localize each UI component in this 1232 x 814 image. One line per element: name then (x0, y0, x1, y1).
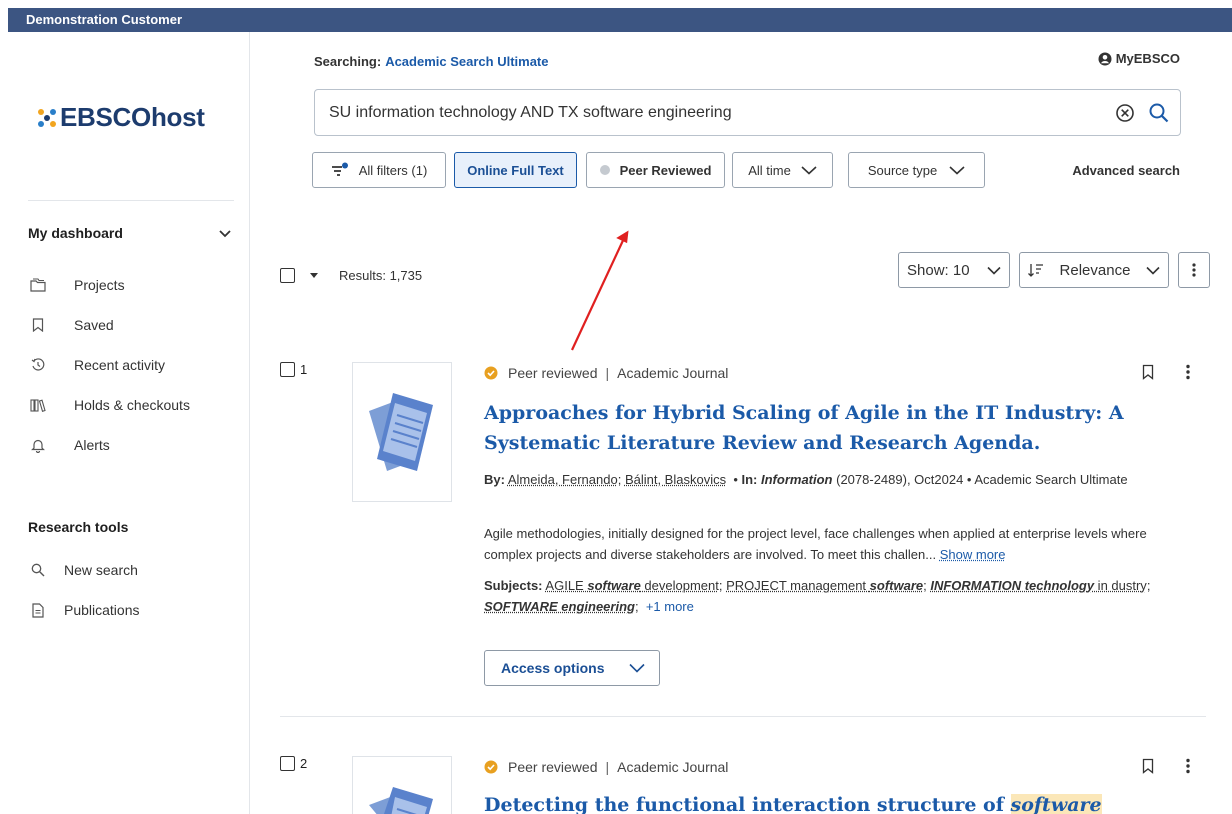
books-icon (30, 397, 46, 413)
folder-icon (30, 277, 46, 293)
subject-link[interactable]: SOFTWARE engineering (484, 599, 635, 614)
result-byline: By: Almeida, Fernando; Bálint, Blaskovic… (484, 472, 1128, 487)
chevron-down-icon[interactable] (218, 226, 232, 240)
search-input[interactable]: SU information technology AND TX softwar… (314, 89, 1181, 136)
chevron-down-icon (801, 166, 817, 175)
kebab-icon[interactable] (1186, 758, 1190, 774)
result-checkbox[interactable] (280, 362, 295, 377)
sidebar-item-saved[interactable]: Saved (28, 317, 114, 333)
history-icon (30, 357, 46, 373)
subject-link[interactable]: INFORMATION technology in dustry (930, 578, 1146, 593)
advanced-search-link[interactable]: Advanced search (1072, 163, 1180, 178)
chevron-down-icon (949, 166, 965, 175)
more-subjects-link[interactable]: +1 more (646, 599, 694, 614)
bell-icon (30, 437, 46, 453)
document-thumbnail[interactable] (352, 362, 452, 502)
results-count: Results: 1,735 (339, 268, 423, 283)
main-content: Searching: Academic Search Ultimate MyEBS… (250, 32, 1232, 814)
bookmark-icon[interactable] (1142, 364, 1154, 380)
result-checkbox[interactable] (280, 756, 295, 771)
search-icon (30, 562, 46, 578)
bookmark-icon[interactable] (1142, 758, 1154, 774)
annotation-arrow-icon (571, 230, 629, 351)
searching-indicator: Searching: Academic Search Ultimate (314, 54, 549, 69)
article-icon (369, 393, 433, 471)
search-query: SU information technology AND TX softwar… (329, 103, 732, 121)
subject-link[interactable]: AGILE software development (545, 578, 718, 593)
result-title-link[interactable]: Detecting the functional interaction str… (484, 790, 1164, 814)
sidebar-divider (28, 200, 234, 201)
result-abstract: Agile methodologies, initially designed … (484, 526, 1147, 562)
source-type-dropdown[interactable]: Source type (848, 152, 985, 188)
sidebar-item-publications[interactable]: Publications (28, 602, 140, 618)
sidebar-item-new-search[interactable]: New search (28, 562, 138, 578)
checkmark-icon (599, 165, 610, 175)
ebscohost-logo[interactable]: EBSCOhost (36, 102, 205, 133)
chevron-down-icon (629, 663, 645, 673)
result-divider (280, 716, 1206, 717)
show-count-select[interactable]: Show: 10 (898, 252, 1010, 288)
sort-select[interactable]: Relevance (1019, 252, 1169, 288)
bookmark-icon (30, 317, 46, 333)
select-all-checkbox[interactable] (280, 268, 295, 283)
dashboard-title[interactable]: My dashboard (28, 225, 123, 241)
ebsco-logo-icon (38, 108, 56, 127)
kebab-icon (1192, 263, 1196, 277)
document-icon (30, 602, 46, 618)
account-name: Demonstration Customer (26, 12, 183, 27)
results-toolbar: Results: 1,735 (280, 268, 422, 283)
sort-icon (1028, 264, 1043, 277)
sidebar: EBSCOhost My dashboard Projects Saved Re… (8, 32, 250, 814)
account-bar: Demonstration Customer (8, 8, 1232, 32)
online-full-text-filter[interactable]: Online Full Text (454, 152, 577, 188)
more-options-button[interactable] (1178, 252, 1210, 288)
chevron-down-icon (1146, 266, 1160, 275)
result-meta: Peer reviewed | Academic Journal (484, 759, 728, 775)
filter-icon (331, 162, 348, 176)
result-item: 2 Peer reviewed | Academic Journal Detec… (280, 756, 1210, 814)
sidebar-item-holds-checkouts[interactable]: Holds & checkouts (28, 397, 190, 413)
peer-reviewed-badge-icon (484, 366, 498, 380)
myebsco-button[interactable]: MyEBSCO (1098, 51, 1180, 66)
author-link[interactable]: Bálint, Blaskovics (625, 472, 726, 487)
search-icon[interactable] (1148, 102, 1170, 124)
journal-link[interactable]: Information (761, 472, 833, 487)
all-filters-button[interactable]: All filters (1) (312, 152, 446, 188)
user-icon (1098, 52, 1112, 65)
research-tools-title: Research tools (28, 519, 129, 535)
result-title-link[interactable]: Approaches for Hybrid Scaling of Agile i… (484, 398, 1164, 458)
show-more-link[interactable]: Show more (940, 547, 1006, 562)
clear-icon[interactable] (1114, 102, 1136, 124)
peer-reviewed-filter[interactable]: Peer Reviewed (586, 152, 725, 188)
chevron-down-icon (987, 266, 1001, 275)
document-thumbnail[interactable] (352, 756, 452, 814)
kebab-icon[interactable] (1186, 364, 1190, 380)
sidebar-item-recent-activity[interactable]: Recent activity (28, 357, 165, 373)
result-meta: Peer reviewed | Academic Journal (484, 365, 728, 381)
result-item: 1 Peer reviewed | Academic Journal Appro… (280, 362, 1210, 702)
result-number: 1 (280, 362, 307, 377)
sidebar-item-alerts[interactable]: Alerts (28, 437, 110, 453)
article-icon (369, 787, 433, 814)
caret-down-icon[interactable] (309, 272, 319, 280)
database-link[interactable]: Academic Search Ultimate (385, 54, 548, 69)
result-number: 2 (280, 756, 307, 771)
peer-reviewed-badge-icon (484, 760, 498, 774)
subject-link[interactable]: PROJECT management software (726, 578, 923, 593)
result-subjects: Subjects: AGILE software development; PR… (484, 578, 1151, 614)
access-options-button[interactable]: Access options (484, 650, 660, 686)
author-link[interactable]: Almeida, Fernando (508, 472, 618, 487)
sidebar-item-projects[interactable]: Projects (28, 277, 125, 293)
date-filter-dropdown[interactable]: All time (732, 152, 833, 188)
